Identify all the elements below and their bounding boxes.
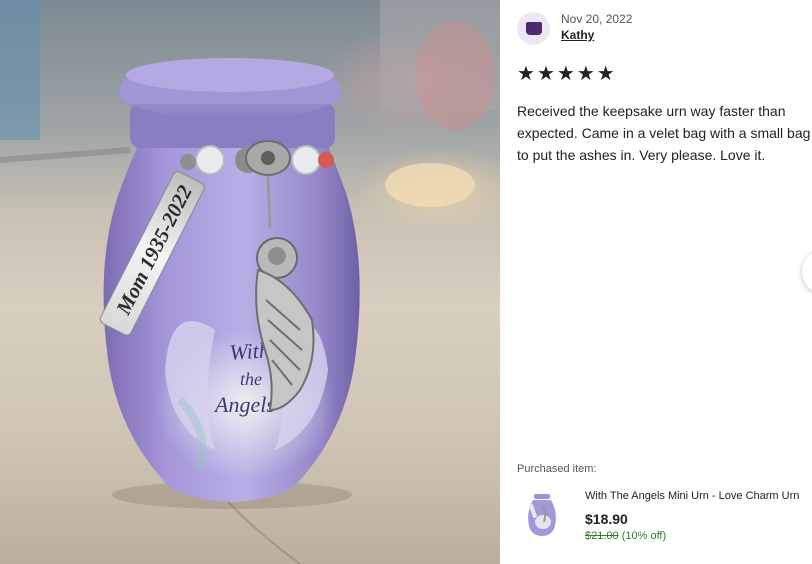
product-price: $18.90 (585, 511, 628, 527)
star-icon: ★ (517, 63, 535, 85)
star-rating: ★ ★ ★ ★ ★ (517, 64, 615, 84)
purchased-item-label: Purchased item: (517, 463, 597, 475)
review-photo[interactable]: With the Angels Mom 1935-2022 (0, 0, 500, 564)
purchased-product-card[interactable]: With The Angels Mini Urn - Love Charm Ur… (517, 489, 807, 549)
star-icon: ★ (536, 63, 555, 85)
product-name-link[interactable]: With The Angels Mini Urn - Love Charm Ur… (585, 490, 807, 502)
price-discount-row: $21.00 (10% off) (585, 530, 666, 542)
original-price: $21.00 (585, 530, 619, 542)
star-icon: ★ (576, 63, 595, 85)
star-icon: ★ (596, 63, 615, 85)
urn-photo-illustration: With the Angels Mom 1935-2022 (0, 0, 500, 564)
review-meta: Nov 20, 2022 Kathy (561, 12, 632, 43)
discount-percent: (10% off) (621, 530, 667, 542)
review-text: Received the keepsake urn way faster tha… (517, 103, 811, 163)
review-panel: Nov 20, 2022 Kathy ★ ★ ★ ★ ★ Received th… (501, 0, 812, 564)
urn-text-the: the (240, 369, 262, 389)
user-avatar-icon[interactable] (517, 12, 550, 45)
product-thumbnail[interactable] (525, 492, 559, 538)
reviewer-name-link[interactable]: Kathy (561, 27, 632, 43)
star-icon: ★ (556, 63, 575, 85)
review-date: Nov 20, 2022 (561, 12, 633, 26)
urn-text-angels: Angels (213, 392, 275, 417)
